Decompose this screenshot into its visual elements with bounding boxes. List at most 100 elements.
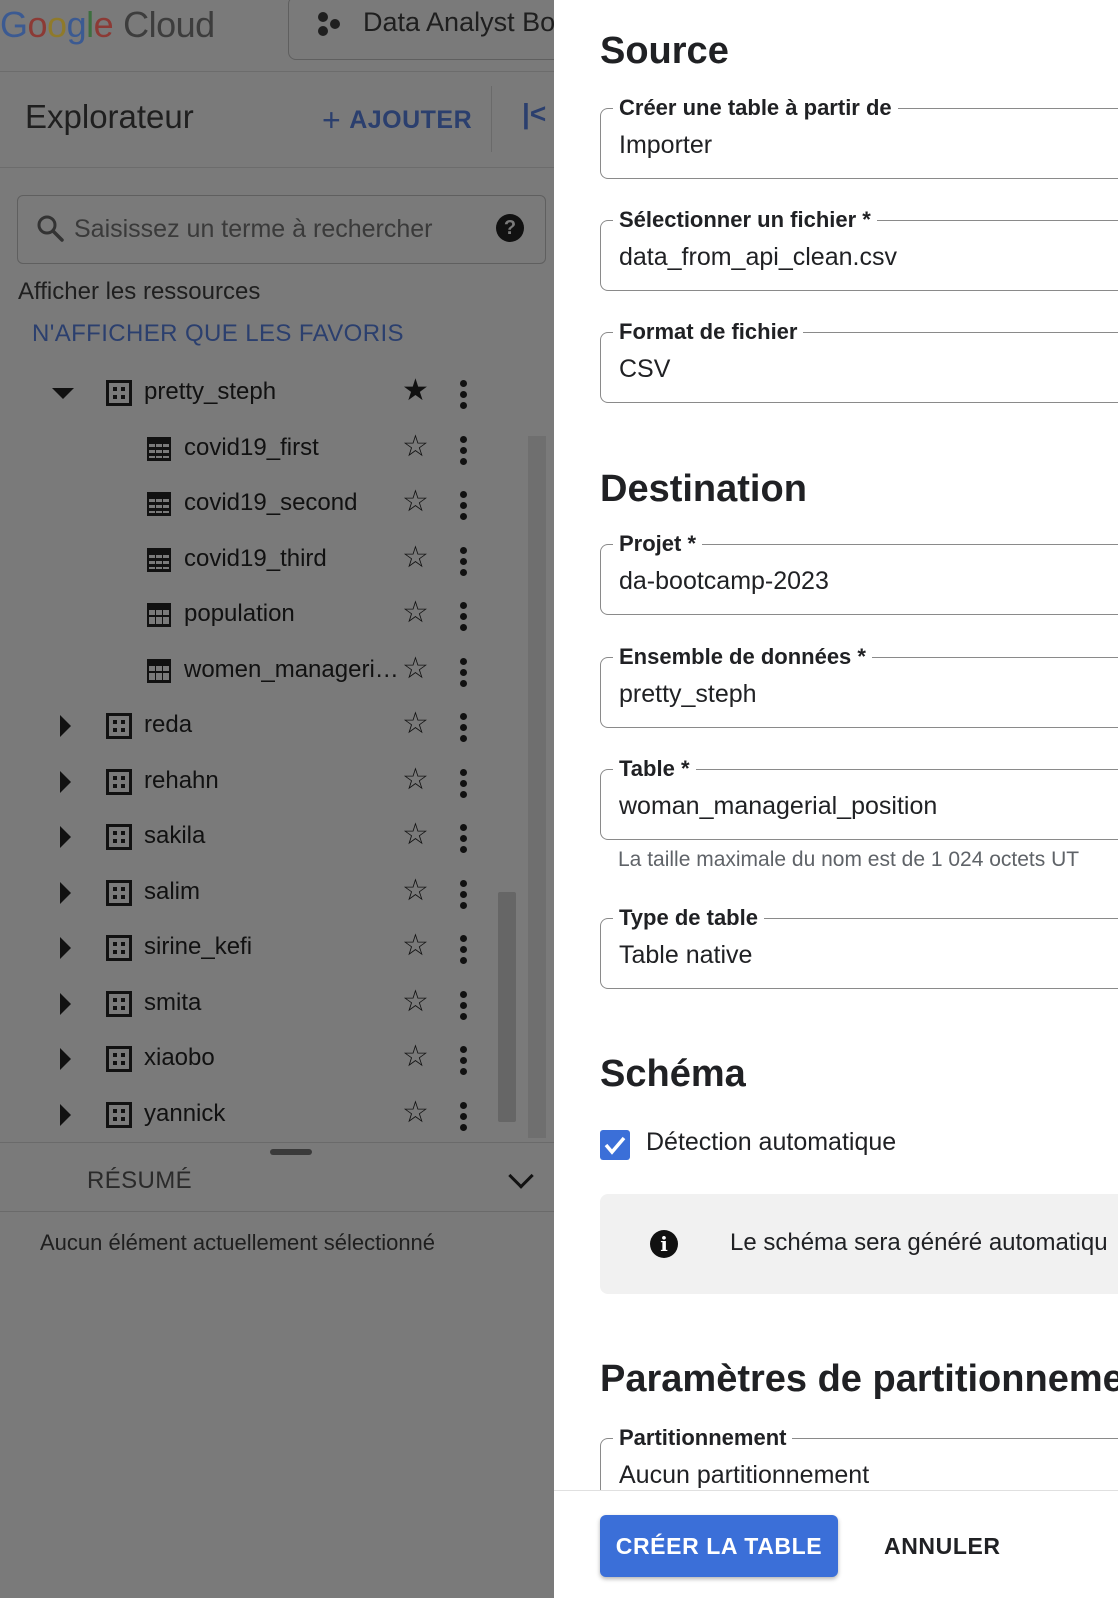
more-vert-icon[interactable] [460, 602, 468, 635]
project-icon [315, 11, 343, 46]
star-outline-icon[interactable]: ☆ [402, 598, 429, 628]
tree-row[interactable]: xiaobo ☆ [0, 1032, 520, 1086]
star-outline-icon[interactable]: ☆ [402, 931, 429, 961]
dataset-icon [106, 990, 132, 1022]
caret-right-icon[interactable] [60, 770, 71, 793]
dataset-icon [106, 879, 132, 911]
star-outline-icon[interactable]: ☆ [402, 820, 429, 850]
chevron-down-icon[interactable] [508, 1163, 534, 1189]
more-vert-icon[interactable] [460, 990, 468, 1024]
auto-detect-label[interactable]: Détection automatique [646, 1128, 896, 1157]
empty-selection-message: Aucun élément actuellement sélectionné [40, 1230, 436, 1255]
tree-row[interactable]: covid19_third ☆ [0, 533, 520, 587]
file-format-select[interactable]: Format de fichier CSV [600, 319, 1118, 403]
caret-right-icon[interactable] [60, 715, 71, 737]
tree-row[interactable]: covid19_second ☆ [0, 477, 520, 531]
star-outline-icon[interactable]: ☆ [402, 1097, 429, 1128]
source-section-title: Source [600, 30, 729, 72]
tree-row[interactable]: rehahn ☆ [0, 755, 520, 809]
help-icon[interactable]: ? [496, 214, 524, 242]
caret-right-icon[interactable] [60, 1103, 71, 1126]
resize-handle[interactable] [270, 1149, 312, 1155]
checkmark-icon [604, 1136, 626, 1155]
more-vert-icon[interactable] [460, 491, 468, 524]
scrollbar-track[interactable] [528, 436, 546, 1138]
collapse-panel-icon[interactable]: |< [522, 98, 546, 130]
create-table-panel: Source Créer une table à partir de Impor… [554, 0, 1118, 1598]
divider [491, 86, 492, 152]
create-table-button[interactable]: CRÉER LA TABLE [600, 1515, 838, 1577]
project-selector[interactable]: Data Analyst Bo [288, 0, 554, 60]
star-filled-icon[interactable]: ★ [402, 376, 429, 406]
tree-row[interactable]: covid19_first ☆ [0, 422, 520, 476]
star-outline-icon[interactable]: ☆ [402, 875, 429, 906]
caret-right-icon[interactable] [60, 1048, 71, 1070]
schema-info-text: Le schéma sera généré automatiqu [730, 1229, 1108, 1256]
schema-info-box: i Le schéma sera généré automatiqu [600, 1194, 1118, 1294]
caret-right-icon[interactable] [60, 937, 71, 959]
cancel-button[interactable]: ANNULER [884, 1515, 1001, 1577]
dataset-icon [106, 713, 132, 744]
star-outline-icon[interactable]: ☆ [402, 542, 429, 573]
dataset-icon [106, 380, 132, 411]
tree-row[interactable]: smita ☆ [0, 977, 520, 1031]
star-outline-icon[interactable]: ☆ [402, 1042, 429, 1072]
caret-right-icon[interactable] [60, 826, 71, 848]
more-vert-icon[interactable] [460, 546, 468, 580]
tree-row[interactable]: sirine_kefi ☆ [0, 921, 520, 975]
summary-label: RÉSUMÉ [87, 1167, 193, 1194]
caret-right-icon[interactable] [60, 992, 71, 1015]
star-outline-icon[interactable]: ☆ [402, 709, 429, 739]
more-vert-icon[interactable] [460, 380, 468, 413]
tree-row[interactable]: sakila ☆ [0, 810, 520, 864]
more-vert-icon[interactable] [460, 1046, 468, 1079]
caret-down-icon[interactable] [52, 388, 74, 399]
tree-row[interactable]: salim ☆ [0, 866, 520, 920]
partition-section-title: Paramètres de partitionnemer [600, 1358, 1118, 1400]
auto-detect-checkbox[interactable] [600, 1130, 630, 1160]
more-vert-icon[interactable] [460, 713, 468, 746]
tree-row-label: covid19_second [184, 489, 358, 516]
create-from-select[interactable]: Créer une table à partir de Importer [600, 95, 1118, 179]
tree-row[interactable]: reda ☆ [0, 699, 520, 753]
project-name: Data Analyst Bo [363, 7, 554, 37]
tree-row[interactable]: women_manageri… ☆ [0, 644, 520, 698]
dataset-field[interactable]: Ensemble de données * pretty_steph [600, 644, 1118, 728]
show-favorites-link[interactable]: N'AFFICHER QUE LES FAVORIS [32, 320, 404, 348]
tree-row-label: salim [144, 877, 201, 905]
search-input[interactable]: Saisissez un terme à rechercher [74, 215, 432, 244]
tree-row-label: population [184, 600, 295, 627]
star-outline-icon[interactable]: ☆ [402, 487, 429, 517]
more-vert-icon[interactable] [460, 768, 468, 802]
scrollbar-thumb[interactable] [498, 892, 516, 1122]
star-outline-icon[interactable]: ☆ [402, 986, 429, 1017]
table-name-field[interactable]: Table * woman_managerial_position [600, 756, 1118, 840]
tree-row[interactable]: population ☆ [0, 588, 520, 642]
caret-right-icon[interactable] [60, 881, 71, 904]
more-vert-icon[interactable] [460, 657, 468, 691]
add-button[interactable]: + AJOUTER [322, 102, 472, 139]
google-cloud-logo[interactable]: Google Cloud [0, 4, 215, 46]
tree-row[interactable]: pretty_steph ★ [0, 366, 520, 420]
more-vert-icon[interactable] [460, 824, 468, 857]
tree-row[interactable]: yannick ☆ [0, 1088, 520, 1142]
schema-section-title: Schéma [600, 1053, 746, 1095]
project-field[interactable]: Projet * da-bootcamp-2023 [600, 531, 1118, 615]
table-type-select[interactable]: Type de table Table native [600, 905, 1118, 989]
more-vert-icon[interactable] [460, 1101, 468, 1135]
more-vert-icon[interactable] [460, 435, 468, 469]
dataset-icon [106, 1101, 132, 1133]
more-vert-icon[interactable] [460, 879, 468, 913]
file-select-field[interactable]: Sélectionner un fichier * data_from_api_… [600, 207, 1118, 291]
destination-section-title: Destination [600, 468, 807, 510]
tree-row-label: sakila [144, 822, 206, 849]
star-outline-icon[interactable]: ☆ [402, 431, 429, 462]
more-vert-icon[interactable] [460, 935, 468, 968]
star-outline-icon[interactable]: ☆ [402, 764, 429, 795]
summary-bar[interactable]: RÉSUMÉ [0, 1142, 554, 1212]
tree-row-label: rehahn [144, 766, 219, 794]
explorer-title: Explorateur [25, 98, 194, 135]
star-outline-icon[interactable]: ☆ [402, 653, 429, 684]
search-box[interactable]: Saisissez un terme à rechercher ? [17, 195, 546, 264]
explorer-pane: Google Cloud Data Analyst Bo Explorateur … [0, 0, 554, 1598]
